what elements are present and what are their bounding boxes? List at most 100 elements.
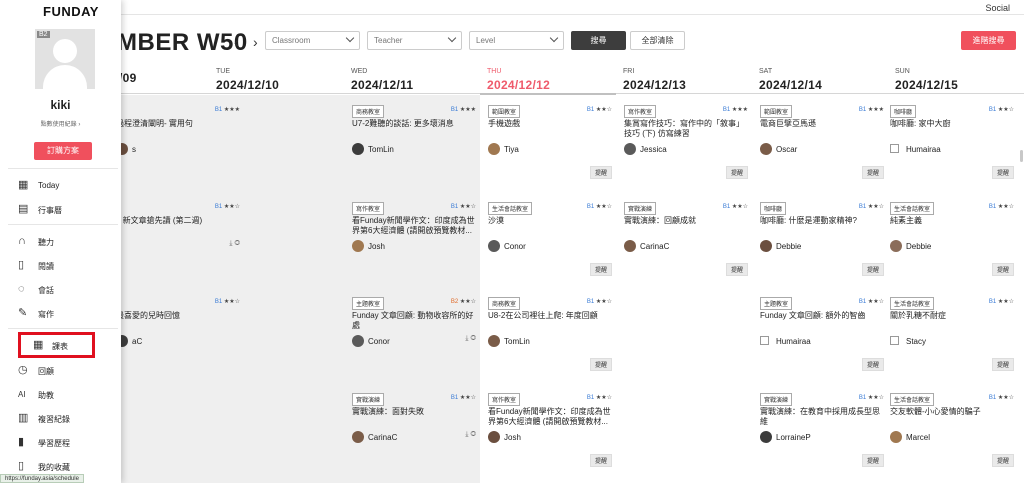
- teacher-name[interactable]: s: [132, 145, 136, 154]
- class-card[interactable]: 咖啡廳 B1 ★★☆ 咖啡廳: 家中大廚 Humairaa 提醒: [886, 97, 1018, 189]
- class-card[interactable]: 寫作教室 B1 ★★☆ 看Funday新聞學作文：印度成為世界第6大經濟體 (請開啟…: [484, 385, 616, 477]
- remind-button[interactable]: 提醒: [991, 166, 1014, 179]
- class-title[interactable]: 純素主義: [890, 216, 1014, 226]
- remind-button[interactable]: 提醒: [861, 263, 884, 276]
- search-button[interactable]: 搜尋: [571, 31, 626, 50]
- prev-week-button[interactable]: ‹: [234, 34, 239, 50]
- class-card[interactable]: 主題教室 B1 ★★☆ Funday 文章回顧: 額外的智齒 Humairaa 提醒: [756, 289, 888, 381]
- sidebar-item[interactable]: ✎ 寫作: [0, 305, 121, 325]
- teacher-name[interactable]: Josh: [504, 433, 521, 442]
- class-title[interactable]: 看Funday新聞學作文：印度成為世界第6大經濟體 (請開啟預覽教材...: [352, 216, 476, 236]
- teacher-name[interactable]: Stacy: [906, 337, 926, 346]
- class-card[interactable]: 生活會話教室 B1 ★★☆ 純素主義 Debbie 提醒: [886, 194, 1018, 286]
- class-card[interactable]: B1 ★★★ 過程澄清闡明- 實用句 s: [112, 97, 244, 189]
- teacher-name[interactable]: Josh: [368, 242, 385, 251]
- remind-button[interactable]: 提醒: [861, 358, 884, 371]
- sidebar-item[interactable]: ◷ 回顧: [0, 362, 121, 382]
- usage-record-link[interactable]: 點數使用紀錄 ›: [0, 119, 121, 128]
- remind-button[interactable]: 提醒: [725, 263, 748, 276]
- class-card[interactable]: 寫作教室 B1 ★★★ 集賞寫作技巧：寫作中的「敘事」技巧 (下) 仿寫練習 Jess…: [620, 97, 752, 189]
- teacher-name[interactable]: Humairaa: [776, 337, 811, 346]
- class-title[interactable]: 實戰演練：在教育中採用成長型思維: [760, 407, 884, 427]
- remind-button[interactable]: 提醒: [991, 454, 1014, 467]
- teacher-name[interactable]: Debbie: [776, 242, 801, 251]
- download-icon[interactable]: ⤓ ◎: [229, 240, 240, 248]
- teacher-name[interactable]: Jessica: [640, 145, 667, 154]
- teacher-name[interactable]: Oscar: [776, 145, 797, 154]
- class-title[interactable]: 看Funday新聞學作文：印度成為世界第6大經濟體 (請開啟預覽教材...: [488, 407, 612, 427]
- sidebar-item[interactable]: ▮ 學習歷程: [0, 434, 121, 454]
- class-title[interactable]: 集賞寫作技巧：寫作中的「敘事」技巧 (下) 仿寫練習: [624, 119, 748, 139]
- class-title[interactable]: 最喜愛的兒時回憶: [116, 311, 240, 321]
- subscribe-plan-button[interactable]: 訂購方案: [34, 142, 92, 160]
- class-title[interactable]: 交友軟體-小心愛情的騙子: [890, 407, 1014, 417]
- class-card[interactable]: 生活會話教室 B1 ★★☆ 關於乳糖不耐症 Stacy 提醒: [886, 289, 1018, 381]
- advanced-search-button[interactable]: 進階搜尋: [961, 31, 1016, 50]
- class-card[interactable]: 實戰演練 B1 ★★☆ 實戰演練：面對失敗 CarinaC ⤓ ◎: [348, 385, 480, 477]
- remind-button[interactable]: 提醒: [725, 166, 748, 179]
- class-title[interactable]: 手機遊戲: [488, 119, 612, 129]
- class-card[interactable]: 咖啡廳 B1 ★★☆ 咖啡廳: 什麼是運動家精神? Debbie 提醒: [756, 194, 888, 286]
- sidebar-item[interactable]: ∩ 聽力: [0, 233, 121, 253]
- teacher-name[interactable]: Tiya: [504, 145, 519, 154]
- class-card[interactable]: 寫作教室 B1 ★★☆ 看Funday新聞學作文：印度成為世界第6大經濟體 (請開啟…: [348, 194, 480, 286]
- download-icon[interactable]: ⤓ ◎: [465, 431, 476, 439]
- class-title[interactable]: 咖啡廳: 什麼是運動家精神?: [760, 216, 884, 226]
- remind-button[interactable]: 提醒: [991, 263, 1014, 276]
- sidebar-item[interactable]: ▤ 行事曆: [0, 201, 121, 221]
- teacher-name[interactable]: aC: [132, 337, 142, 346]
- scrollbar[interactable]: [1020, 150, 1023, 162]
- teacher-select[interactable]: Teacher: [367, 31, 462, 50]
- remind-button[interactable]: 提醒: [861, 166, 884, 179]
- teacher-name[interactable]: TomLin: [368, 145, 394, 154]
- class-card[interactable]: 生活會話教室 B1 ★★☆ 沙漠 Conor 提醒: [484, 194, 616, 286]
- class-title[interactable]: 電商巨擘亞馬遜: [760, 119, 884, 129]
- class-title[interactable]: U8-2在公司裡往上爬: 年度回顧: [488, 311, 612, 321]
- class-title[interactable]: 過程澄清闡明- 實用句: [116, 119, 240, 129]
- teacher-name[interactable]: CarinaC: [640, 242, 669, 251]
- sidebar-item[interactable]: ◌ 會話: [0, 281, 121, 301]
- teacher-name[interactable]: Conor: [504, 242, 526, 251]
- social-link[interactable]: Social: [985, 3, 1010, 13]
- class-card[interactable]: 範圍教室 B1 ★★☆ 手機遊戲 Tiya 提醒: [484, 97, 616, 189]
- remind-button[interactable]: 提醒: [991, 358, 1014, 371]
- sidebar-item[interactable]: ▯ 閱讀: [0, 257, 121, 277]
- class-title[interactable]: 沙漠: [488, 216, 612, 226]
- class-card[interactable]: 主題教室 B2 ★★☆ Funday 文章回顧: 動物收容所的好處 Conor ⤓ ◎: [348, 289, 480, 381]
- funday-logo[interactable]: FUNDAY: [43, 4, 99, 19]
- remind-button[interactable]: 提醒: [589, 454, 612, 467]
- teacher-name[interactable]: Debbie: [906, 242, 931, 251]
- class-card[interactable]: 實戰演練 B1 ★★☆ 實戰演練：在教育中採用成長型思維 LorraineP 提醒: [756, 385, 888, 477]
- class-card[interactable]: 實戰演練 B1 ★★☆ 實戰演練：回顧成就 CarinaC 提醒: [620, 194, 752, 286]
- class-card[interactable]: 範圍教室 B1 ★★★ 電商巨擘亞馬遜 Oscar 提醒: [756, 97, 888, 189]
- class-title[interactable]: Funday 文章回顧: 額外的智齒: [760, 311, 884, 321]
- class-title[interactable]: 咖啡廳: 家中大廚: [890, 119, 1014, 129]
- remind-button[interactable]: 提醒: [589, 166, 612, 179]
- download-icon[interactable]: ⤓ ◎: [465, 335, 476, 343]
- clear-all-button[interactable]: 全部清除: [630, 31, 685, 50]
- class-title[interactable]: 實戰演練：面對失敗: [352, 407, 476, 417]
- sidebar-item[interactable]: ▥ 複習紀錄: [0, 410, 121, 430]
- class-title[interactable]: 實戰演練：回顧成就: [624, 216, 748, 226]
- class-title[interactable]: 1 新文章搶先讀 (第二週): [116, 216, 240, 226]
- remind-button[interactable]: 提醒: [589, 358, 612, 371]
- next-week-button[interactable]: ›: [253, 34, 258, 50]
- remind-button[interactable]: 提醒: [589, 263, 612, 276]
- teacher-name[interactable]: LorraineP: [776, 433, 811, 442]
- class-title[interactable]: U7-2難聽的談話: 更多壞消息: [352, 119, 476, 129]
- teacher-name[interactable]: CarinaC: [368, 433, 397, 442]
- class-card[interactable]: B1 ★★☆ 最喜愛的兒時回憶 aC: [112, 289, 244, 381]
- class-card[interactable]: 商務教室 B1 ★★☆ U8-2在公司裡往上爬: 年度回顧 TomLin 提醒: [484, 289, 616, 381]
- level-select[interactable]: Level: [469, 31, 564, 50]
- class-title[interactable]: Funday 文章回顧: 動物收容所的好處: [352, 311, 476, 331]
- class-card[interactable]: 商務教室 B1 ★★★ U7-2難聽的談話: 更多壞消息 TomLin: [348, 97, 480, 189]
- teacher-name[interactable]: Marcel: [906, 433, 930, 442]
- teacher-name[interactable]: TomLin: [504, 337, 530, 346]
- class-card[interactable]: B1 ★★☆ 1 新文章搶先讀 (第二週) ⤓ ◎: [112, 194, 244, 286]
- classroom-select[interactable]: Classroom: [265, 31, 360, 50]
- avatar[interactable]: B2: [35, 29, 95, 89]
- class-title[interactable]: 關於乳糖不耐症: [890, 311, 1014, 321]
- class-card[interactable]: 生活會話教室 B1 ★★☆ 交友軟體-小心愛情的騙子 Marcel 提醒: [886, 385, 1018, 477]
- sidebar-item[interactable]: ▦ Today: [0, 177, 121, 197]
- teacher-name[interactable]: Humairaa: [906, 145, 941, 154]
